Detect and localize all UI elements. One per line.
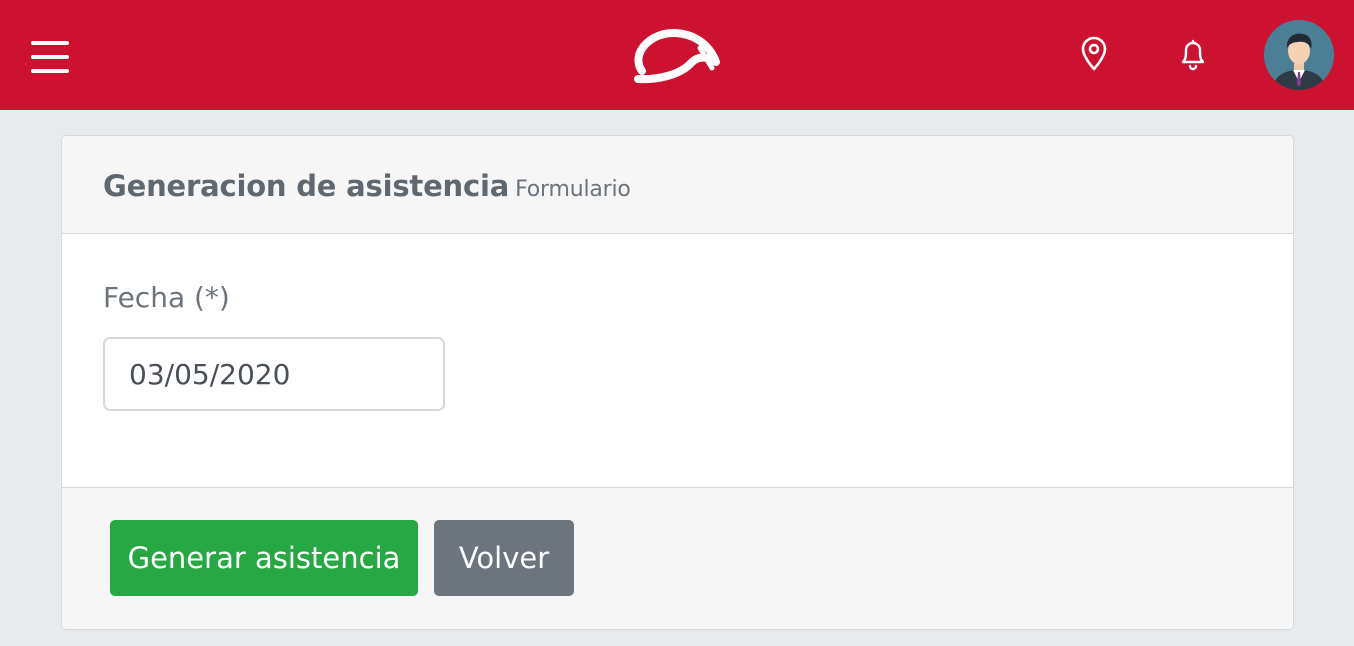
card-header: Generacion de asistencia Formulario [62, 136, 1293, 234]
date-field[interactable] [103, 337, 445, 411]
card-body: Fecha (*) [62, 234, 1293, 487]
attendance-form-card: Generacion de asistencia Formulario Fecha… [61, 135, 1294, 630]
generate-attendance-button[interactable]: Generar asistencia [110, 520, 418, 596]
user-avatar-image [1264, 20, 1334, 90]
brand-logo-icon[interactable] [630, 24, 722, 86]
bell-icon[interactable] [1177, 36, 1209, 72]
hamburger-menu-icon[interactable] [31, 41, 69, 73]
page-title: Generacion de asistencia Formulario [103, 169, 631, 203]
card-title-text: Generacion de asistencia [103, 169, 510, 203]
back-button[interactable]: Volver [434, 520, 574, 596]
date-label: Fecha (*) [103, 281, 230, 314]
top-navbar [0, 0, 1354, 110]
card-footer: Generar asistencia Volver [62, 487, 1293, 629]
map-pin-icon[interactable] [1078, 36, 1110, 72]
card-subtitle: Formulario [515, 177, 631, 202]
user-avatar[interactable] [1264, 20, 1334, 90]
